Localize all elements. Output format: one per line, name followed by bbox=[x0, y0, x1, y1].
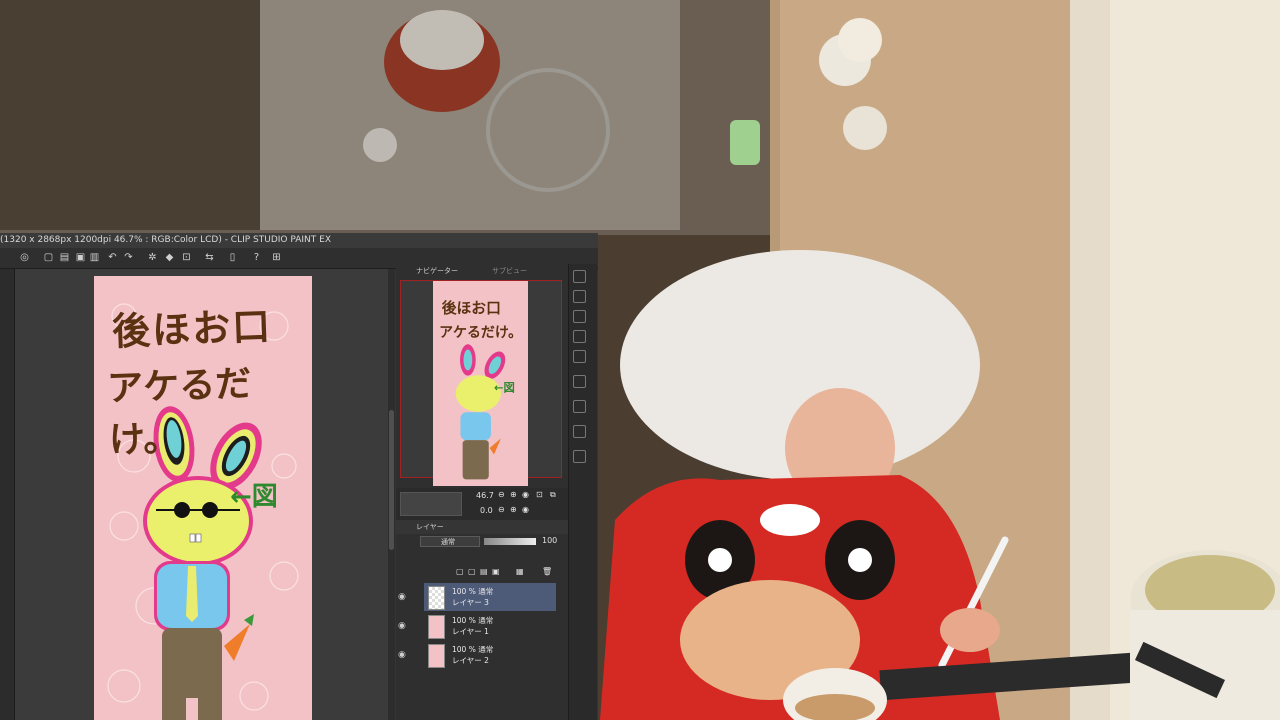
help-icon[interactable]: ? bbox=[250, 251, 263, 264]
navigator-panel-icon[interactable] bbox=[573, 270, 586, 283]
layer-opacity-mode: 100 % 通常 bbox=[452, 587, 494, 596]
close-panel-icon[interactable] bbox=[573, 375, 586, 388]
zoom-value: 46.7 bbox=[476, 491, 494, 500]
zoom-in-icon[interactable]: ⊕ bbox=[510, 490, 517, 499]
new-vector-layer-icon[interactable]: ▢ bbox=[468, 567, 476, 576]
trash-icon[interactable]: 🗑 bbox=[542, 567, 552, 576]
fill-icon[interactable]: ◆ bbox=[163, 251, 176, 264]
open-folder-icon[interactable]: ▤ bbox=[58, 251, 71, 264]
actual-size-icon[interactable]: ⧉ bbox=[550, 490, 556, 500]
layer-name: レイヤー 1 bbox=[452, 627, 489, 636]
layer-row-2[interactable]: 100 % 通常 レイヤー 2 bbox=[424, 641, 556, 669]
instance-icon[interactable]: ⊞ bbox=[270, 251, 283, 264]
layer-opacity-mode: 100 % 通常 bbox=[452, 616, 494, 625]
tab-navigator[interactable]: ナビゲーター bbox=[416, 264, 458, 278]
visibility-eye-icon[interactable]: ◉ bbox=[398, 650, 406, 660]
export-icon[interactable]: ▥ bbox=[88, 251, 101, 264]
rotation-value: 0.0 bbox=[480, 506, 493, 515]
visibility-eye-icon[interactable]: ◉ bbox=[398, 592, 406, 602]
scrollbar-thumb[interactable] bbox=[389, 410, 394, 550]
layer-thumbnail bbox=[428, 615, 445, 639]
window-title-bar: (1320 x 2868px 1200dpi 46.7% : RGB:Color… bbox=[0, 233, 598, 248]
material-panel-icon[interactable] bbox=[573, 330, 586, 343]
layer-panel-header: レイヤー bbox=[396, 520, 568, 534]
color-panel-icon[interactable] bbox=[573, 400, 586, 413]
fit-icon[interactable]: ◉ bbox=[522, 490, 529, 499]
visibility-eye-icon[interactable]: ◉ bbox=[398, 621, 406, 631]
merge-down-icon[interactable]: ▣ bbox=[492, 567, 500, 576]
rotate-right-icon[interactable]: ⊕ bbox=[510, 505, 517, 514]
navigator-controls: 46.7 0.0 ⊖ ⊕ ◉ ⊡ ⧉ ⊖ ⊕ ◉ bbox=[396, 488, 568, 520]
layer-name: レイヤー 3 bbox=[452, 598, 489, 607]
layer-name: レイヤー 2 bbox=[452, 656, 489, 665]
zoom-out-icon[interactable]: ⊖ bbox=[498, 490, 505, 499]
search-layer-icon[interactable] bbox=[573, 425, 586, 438]
navigator-thumbnail[interactable]: 後ほお口 アケるだけ。 ←図 bbox=[433, 281, 528, 486]
history-panel-icon[interactable] bbox=[573, 350, 586, 363]
window-title: (1320 x 2868px 1200dpi 46.7% : RGB:Color… bbox=[0, 235, 331, 245]
fit-window-icon[interactable]: ⊡ bbox=[536, 490, 543, 499]
handwritten-title-line-2: アケるだけ。 bbox=[106, 362, 252, 462]
opacity-value: 100 bbox=[542, 536, 558, 545]
flip-icon[interactable]: ⇆ bbox=[203, 251, 216, 264]
layer-actions-toolbar: ▢ ▢ ▤ ▣ ▦ 🗑 bbox=[396, 564, 568, 582]
layer-row-3[interactable]: 100 % 通常 レイヤー 3 bbox=[424, 583, 556, 611]
tool-strip bbox=[0, 269, 15, 720]
svg-text:アケるだけ。: アケるだけ。 bbox=[439, 325, 522, 341]
handwritten-note: ←図 bbox=[230, 482, 278, 512]
layer-thumbnail bbox=[428, 586, 445, 610]
blend-mode-select[interactable]: 通常 bbox=[420, 536, 480, 547]
tab-subview[interactable]: サブビュー bbox=[492, 264, 527, 278]
layer-property-row: 通常 100 bbox=[396, 534, 568, 564]
auto-action-icon[interactable] bbox=[573, 450, 586, 463]
opacity-slider[interactable] bbox=[484, 538, 536, 545]
transform-icon[interactable]: ⊡ bbox=[180, 251, 193, 264]
save-icon[interactable]: ▣ bbox=[74, 251, 87, 264]
layer-panel-icon[interactable] bbox=[573, 310, 586, 323]
settings-icon[interactable]: ✲ bbox=[146, 251, 159, 264]
rotate-left-icon[interactable]: ⊖ bbox=[498, 505, 505, 514]
undo-icon[interactable]: ↶ bbox=[106, 251, 119, 264]
new-file-icon[interactable]: ▢ bbox=[42, 251, 55, 264]
svg-text:←図: ←図 bbox=[494, 380, 515, 394]
drawing-canvas[interactable]: 後ほお口 アケるだけ。 ←図 bbox=[94, 276, 312, 720]
layer-row-1[interactable]: 100 % 通常 レイヤー 1 bbox=[424, 612, 556, 640]
reset-rotation-icon[interactable]: ◉ bbox=[522, 505, 529, 514]
zoom-slider[interactable] bbox=[400, 492, 462, 516]
device-icon[interactable]: ▯ bbox=[226, 251, 239, 264]
svg-text:後ほお口: 後ほお口 bbox=[442, 299, 501, 317]
subview-panel-icon[interactable] bbox=[573, 290, 586, 303]
layer-thumbnail bbox=[428, 644, 445, 668]
handwritten-title-line-1: 後ほお口 bbox=[111, 303, 273, 354]
new-folder-icon[interactable]: ▤ bbox=[480, 567, 488, 576]
layer-opacity-mode: 100 % 通常 bbox=[452, 645, 494, 654]
tab-layer[interactable]: レイヤー bbox=[416, 520, 444, 534]
mask-icon[interactable]: ▦ bbox=[516, 567, 524, 576]
clip-studio-icon[interactable]: ◎ bbox=[18, 251, 31, 264]
redo-icon[interactable]: ↷ bbox=[122, 251, 135, 264]
new-raster-layer-icon[interactable]: ▢ bbox=[456, 567, 464, 576]
